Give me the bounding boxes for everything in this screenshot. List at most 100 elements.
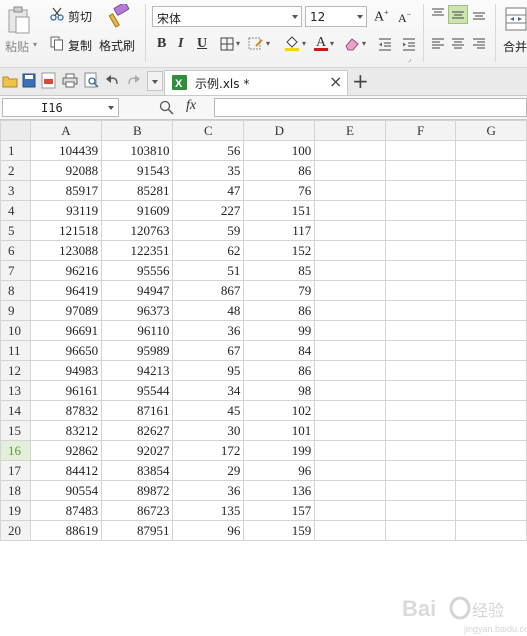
cut-button[interactable]: 剪切 bbox=[68, 8, 92, 25]
empty-cell[interactable] bbox=[455, 220, 527, 241]
cell-b[interactable]: 91609 bbox=[101, 200, 174, 221]
cell-b[interactable]: 89872 bbox=[101, 480, 174, 501]
cell-a[interactable]: 85917 bbox=[29, 180, 103, 201]
folder-open-icon[interactable] bbox=[2, 74, 18, 88]
cell-b[interactable]: 95989 bbox=[101, 340, 174, 361]
empty-cell[interactable] bbox=[314, 340, 386, 361]
empty-cell[interactable] bbox=[314, 380, 386, 401]
empty-cell[interactable] bbox=[384, 140, 457, 161]
empty-cell[interactable] bbox=[314, 360, 386, 381]
empty-cell[interactable] bbox=[455, 140, 527, 161]
empty-cell[interactable] bbox=[455, 400, 527, 421]
empty-cell[interactable] bbox=[314, 500, 386, 521]
empty-cell[interactable] bbox=[455, 520, 527, 541]
empty-cell[interactable] bbox=[455, 360, 527, 381]
merge-cells-icon[interactable] bbox=[505, 6, 527, 32]
column-header-c[interactable]: C bbox=[172, 120, 245, 141]
empty-cell[interactable] bbox=[314, 460, 386, 481]
row-header[interactable]: 20 bbox=[0, 520, 31, 541]
cell-b[interactable]: 87951 bbox=[101, 520, 174, 541]
row-header[interactable]: 16 bbox=[0, 440, 31, 461]
cell-c[interactable]: 67 bbox=[172, 340, 245, 361]
cell-style-dropdown-icon[interactable]: ▾ bbox=[266, 39, 270, 48]
row-header[interactable]: 4 bbox=[0, 200, 31, 221]
empty-cell[interactable] bbox=[384, 420, 457, 441]
cell-a[interactable]: 87832 bbox=[29, 400, 103, 421]
cell-a[interactable]: 96161 bbox=[29, 380, 103, 401]
empty-cell[interactable] bbox=[314, 160, 386, 181]
empty-cell[interactable] bbox=[455, 180, 527, 201]
column-header-g[interactable]: G bbox=[455, 120, 527, 141]
cell-c[interactable]: 172 bbox=[172, 440, 245, 461]
cell-c[interactable]: 36 bbox=[172, 320, 245, 341]
empty-cell[interactable] bbox=[314, 520, 386, 541]
cell-a[interactable]: 121518 bbox=[29, 220, 103, 241]
empty-cell[interactable] bbox=[455, 440, 527, 461]
empty-cell[interactable] bbox=[384, 500, 457, 521]
empty-cell[interactable] bbox=[384, 300, 457, 321]
empty-cell[interactable] bbox=[455, 160, 527, 181]
cell-a[interactable]: 88619 bbox=[29, 520, 103, 541]
cell-b[interactable]: 95544 bbox=[101, 380, 174, 401]
format-painter-button[interactable]: 格式刷 bbox=[99, 37, 135, 54]
copy-button[interactable]: 复制 bbox=[68, 37, 92, 54]
align-center-icon[interactable] bbox=[451, 37, 465, 51]
cell-d[interactable]: 86 bbox=[243, 160, 316, 181]
cell-b[interactable]: 91543 bbox=[101, 160, 174, 181]
cell-b[interactable]: 103810 bbox=[101, 140, 174, 161]
cell-c[interactable]: 29 bbox=[172, 460, 245, 481]
row-header[interactable]: 15 bbox=[0, 420, 31, 441]
empty-cell[interactable] bbox=[455, 380, 527, 401]
paste-dropdown-icon[interactable]: ▾ bbox=[33, 40, 37, 49]
borders-icon[interactable] bbox=[220, 37, 234, 51]
merge-button[interactable]: 合并 bbox=[503, 38, 527, 55]
cell-b[interactable]: 92027 bbox=[101, 440, 174, 461]
font-color-dropdown-icon[interactable]: ▾ bbox=[330, 39, 334, 48]
increase-font-size-icon[interactable]: A+ bbox=[374, 8, 389, 26]
cell-a[interactable]: 96691 bbox=[29, 320, 103, 341]
cell-b[interactable]: 85281 bbox=[101, 180, 174, 201]
empty-cell[interactable] bbox=[314, 140, 386, 161]
cell-d[interactable]: 100 bbox=[243, 140, 316, 161]
clear-dropdown-icon[interactable]: ▾ bbox=[362, 39, 366, 48]
align-right-icon[interactable] bbox=[472, 37, 486, 51]
cell-b[interactable]: 96373 bbox=[101, 300, 174, 321]
empty-cell[interactable] bbox=[455, 200, 527, 221]
row-header[interactable]: 8 bbox=[0, 280, 31, 301]
empty-cell[interactable] bbox=[384, 320, 457, 341]
scissors-icon[interactable] bbox=[50, 7, 64, 21]
row-header[interactable]: 13 bbox=[0, 380, 31, 401]
cell-d[interactable]: 117 bbox=[243, 220, 316, 241]
cell-a[interactable]: 84412 bbox=[29, 460, 103, 481]
row-header[interactable]: 19 bbox=[0, 500, 31, 521]
empty-cell[interactable] bbox=[384, 360, 457, 381]
new-tab-button[interactable]: + bbox=[352, 69, 369, 93]
empty-cell[interactable] bbox=[384, 400, 457, 421]
empty-cell[interactable] bbox=[384, 260, 457, 281]
select-all-corner[interactable] bbox=[0, 120, 31, 141]
row-header[interactable]: 12 bbox=[0, 360, 31, 381]
undo-icon[interactable] bbox=[105, 74, 119, 86]
cell-a[interactable]: 90554 bbox=[29, 480, 103, 501]
cell-c[interactable]: 135 bbox=[172, 500, 245, 521]
column-header-f[interactable]: F bbox=[384, 120, 457, 141]
cell-c[interactable]: 867 bbox=[172, 280, 245, 301]
column-header-b[interactable]: B bbox=[101, 120, 174, 141]
save-icon[interactable] bbox=[22, 73, 36, 88]
empty-cell[interactable] bbox=[455, 240, 527, 261]
cell-d[interactable]: 159 bbox=[243, 520, 316, 541]
cell-a[interactable]: 92088 bbox=[29, 160, 103, 181]
row-header[interactable]: 14 bbox=[0, 400, 31, 421]
cell-b[interactable]: 82627 bbox=[101, 420, 174, 441]
cell-b[interactable]: 94947 bbox=[101, 280, 174, 301]
empty-cell[interactable] bbox=[314, 480, 386, 501]
name-box[interactable]: I16 bbox=[2, 98, 119, 117]
row-header[interactable]: 10 bbox=[0, 320, 31, 341]
empty-cell[interactable] bbox=[384, 200, 457, 221]
cell-c[interactable]: 56 bbox=[172, 140, 245, 161]
cell-b[interactable]: 94213 bbox=[101, 360, 174, 381]
cell-a[interactable]: 83212 bbox=[29, 420, 103, 441]
cell-c[interactable]: 34 bbox=[172, 380, 245, 401]
font-dialog-launcher-icon[interactable]: ⌟ bbox=[408, 55, 411, 63]
cell-a[interactable]: 94983 bbox=[29, 360, 103, 381]
